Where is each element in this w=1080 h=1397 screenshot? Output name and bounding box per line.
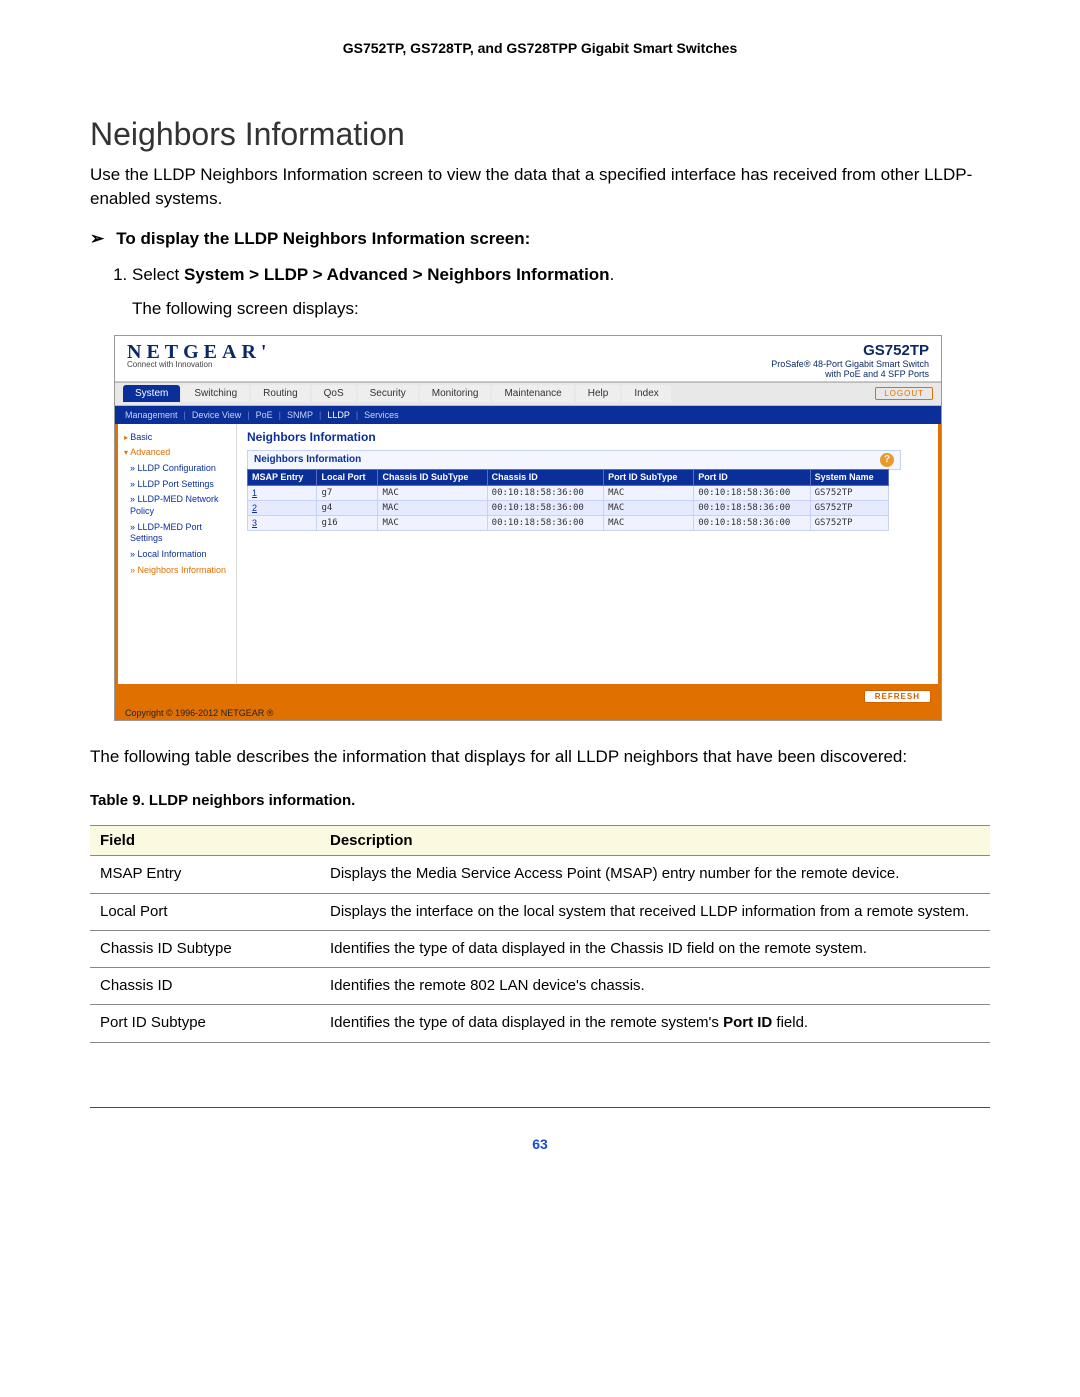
sidebar-item-lldp-port-settings[interactable]: » LLDP Port Settings [118,477,236,493]
col-msap: MSAP Entry [248,469,317,486]
tab-help[interactable]: Help [576,385,621,402]
col-chassis-id: Chassis ID [487,469,603,486]
subnav-management[interactable]: Management [125,410,178,420]
step-path: System > LLDP > Advanced > Neighbors Inf… [184,265,610,284]
fields-table: Field Description MSAP Entry Displays th… [90,825,990,1042]
step-followup: The following screen displays: [132,299,990,319]
col-system-name: System Name [810,469,888,486]
table-caption: Table 9. LLDP neighbors information. [90,792,990,809]
table-row: 3 g16 MAC 00:10:18:58:36:00 MAC 00:10:18… [248,516,889,531]
main-tabs: System Switching Routing QoS Security Mo… [115,382,941,406]
table-row: 1 g7 MAC 00:10:18:58:36:00 MAC 00:10:18:… [248,486,889,501]
field-row: Chassis ID Identifies the remote 802 LAN… [90,968,990,1005]
tab-switching[interactable]: Switching [182,385,249,402]
screenshot: NETGEAR' Connect with Innovation GS752TP… [114,335,942,721]
subnav-snmp[interactable]: SNMP [287,410,313,420]
tab-qos[interactable]: QoS [312,385,356,402]
intro-text: Use the LLDP Neighbors Information scree… [90,163,990,211]
panel-title: Neighbors Information [254,454,361,465]
refresh-button[interactable]: REFRESH [864,690,931,703]
product-desc-2: with PoE and 4 SFP Ports [771,369,929,379]
th-field: Field [90,826,320,856]
after-screenshot-text: The following table describes the inform… [90,745,990,769]
field-row: Local Port Displays the interface on the… [90,893,990,930]
button-bar: REFRESH [115,687,941,706]
sidebar-advanced[interactable]: Advanced [118,445,236,461]
msap-link[interactable]: 3 [248,516,317,531]
sub-nav: Management| Device View| PoE| SNMP| LLDP… [115,406,941,424]
page-number: 63 [90,1136,990,1152]
copyright: Copyright © 1996-2012 NETGEAR ® [115,706,941,720]
sidebar: Basic Advanced » LLDP Configuration » LL… [118,424,237,684]
sidebar-basic[interactable]: Basic [118,430,236,446]
sidebar-item-neighbors-information[interactable]: » Neighbors Information [118,563,236,579]
content-title: Neighbors Information [247,430,928,444]
product-desc-1: ProSafe® 48-Port Gigabit Smart Switch [771,359,929,369]
msap-link[interactable]: 2 [248,501,317,516]
procedure-heading: ➢ To display the LLDP Neighbors Informat… [90,229,990,249]
col-port-id: Port ID [694,469,810,486]
sidebar-item-lldp-med-network-policy[interactable]: » LLDP-MED Network Policy [118,492,236,519]
subnav-services[interactable]: Services [364,410,399,420]
netgear-logo: NETGEAR' [127,342,266,362]
th-description: Description [320,826,990,856]
procedure-title: To display the LLDP Neighbors Informatio… [116,229,530,249]
sidebar-item-lldp-med-port-settings[interactable]: » LLDP-MED Port Settings [118,520,236,547]
product-model: GS752TP [771,342,929,359]
step-prefix: Select [132,265,184,284]
field-row: MSAP Entry Displays the Media Service Ac… [90,856,990,893]
tab-routing[interactable]: Routing [251,385,309,402]
sidebar-item-lldp-configuration[interactable]: » LLDP Configuration [118,461,236,477]
chevron-right-icon: ➢ [90,229,104,249]
sidebar-item-local-information[interactable]: » Local Information [118,547,236,563]
tab-maintenance[interactable]: Maintenance [492,385,573,402]
field-row: Port ID Subtype Identifies the type of d… [90,1005,990,1042]
doc-header: GS752TP, GS728TP, and GS728TPP Gigabit S… [90,40,990,56]
col-port-subtype: Port ID SubType [604,469,694,486]
step-suffix: . [610,265,615,284]
step-1: Select System > LLDP > Advanced > Neighb… [132,265,990,285]
field-row: Chassis ID Subtype Identifies the type o… [90,930,990,967]
neighbors-table: MSAP Entry Local Port Chassis ID SubType… [247,469,889,532]
page-title: Neighbors Information [90,116,990,153]
tab-security[interactable]: Security [358,385,418,402]
tab-monitoring[interactable]: Monitoring [420,385,491,402]
table-row: 2 g4 MAC 00:10:18:58:36:00 MAC 00:10:18:… [248,501,889,516]
tab-system[interactable]: System [123,385,180,402]
subnav-lldp[interactable]: LLDP [327,410,350,420]
subnav-poe[interactable]: PoE [256,410,273,420]
msap-link[interactable]: 1 [248,486,317,501]
col-chassis-subtype: Chassis ID SubType [378,469,487,486]
subnav-device-view[interactable]: Device View [192,410,241,420]
tab-index[interactable]: Index [622,385,670,402]
help-icon[interactable]: ? [880,453,894,467]
col-local-port: Local Port [317,469,378,486]
logout-button[interactable]: LOGOUT [875,387,933,400]
